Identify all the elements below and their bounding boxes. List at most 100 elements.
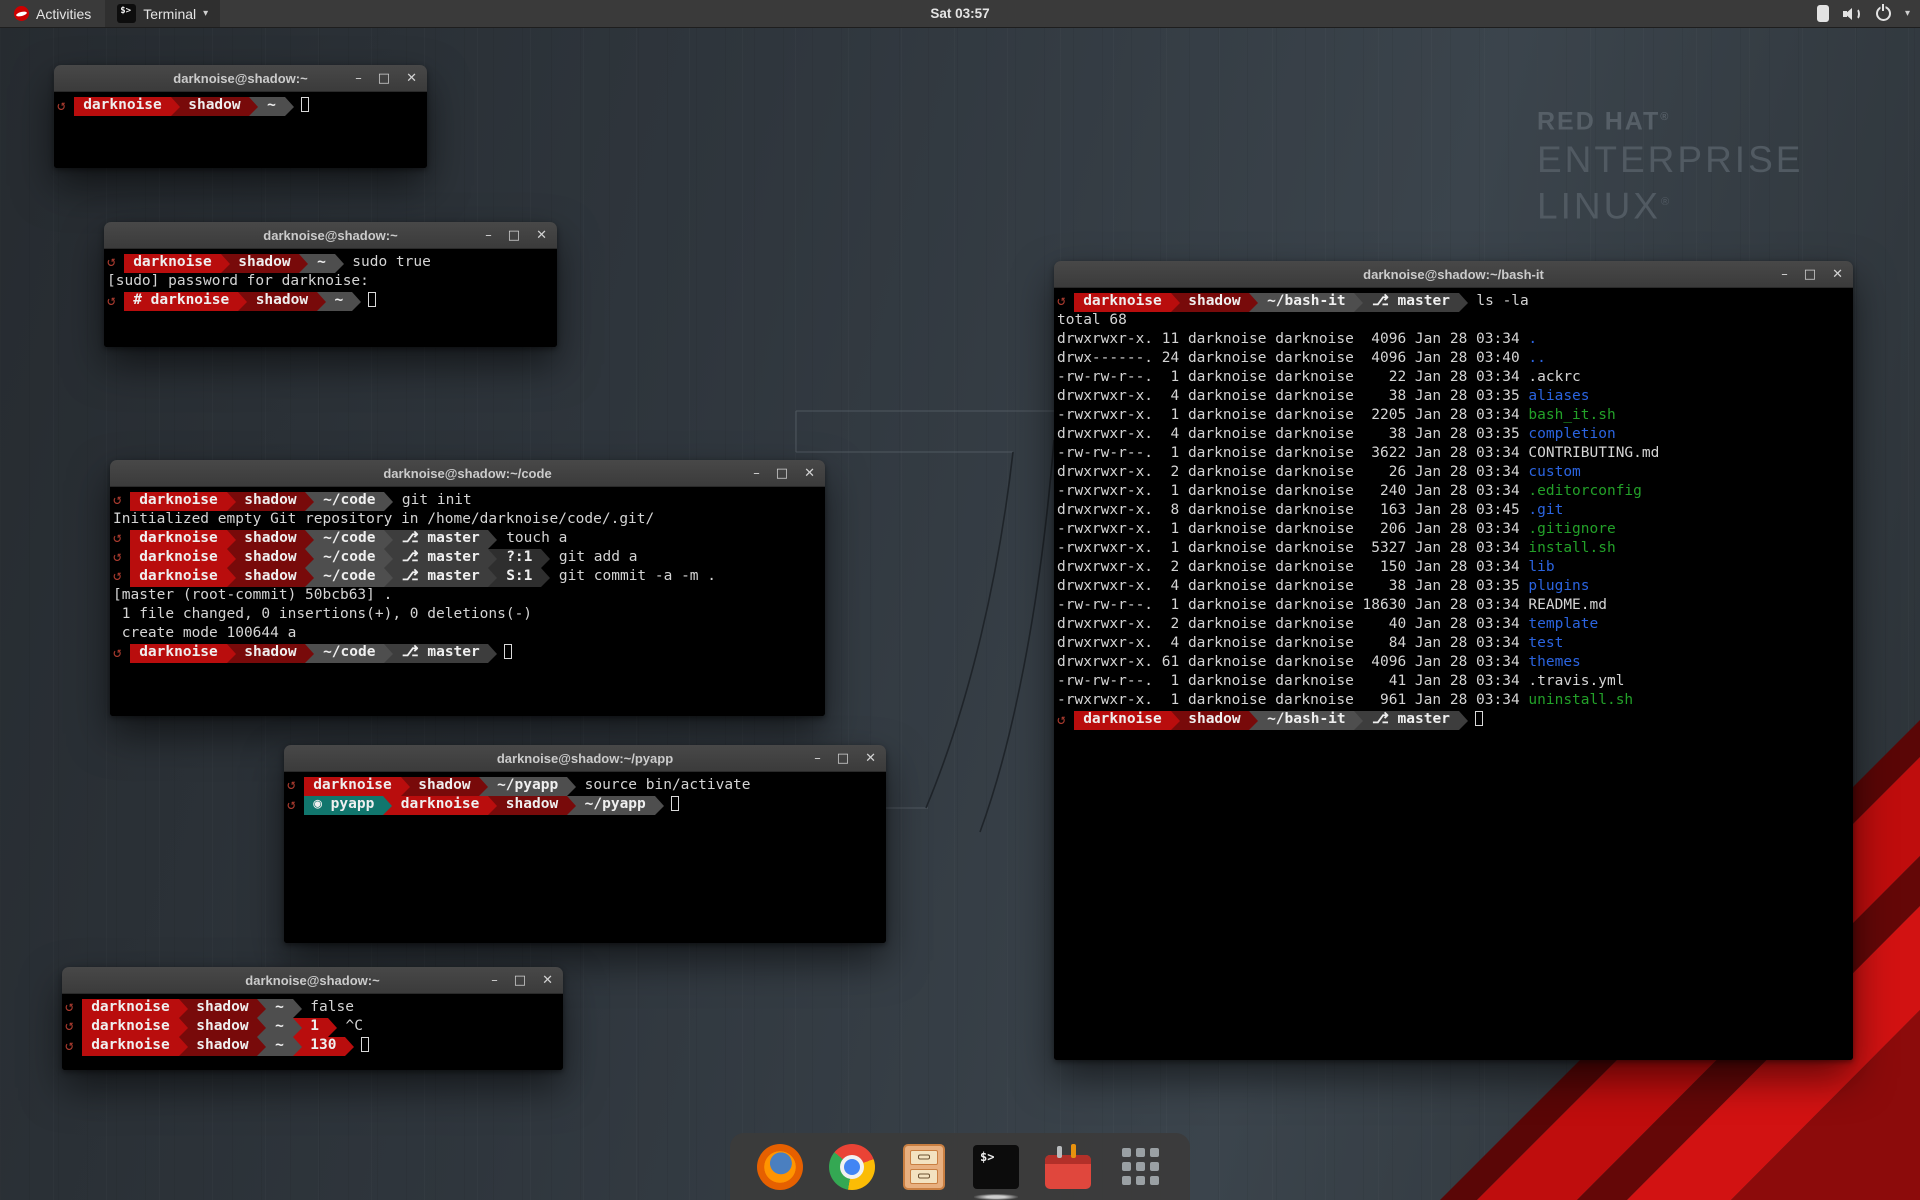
drawer-top: [910, 1150, 938, 1165]
wallpaper-curves: [926, 440, 1054, 832]
titlebar[interactable]: darknoise@shadow:~/bash-it – □ ✕: [1054, 261, 1853, 288]
path-segment: ~: [326, 292, 352, 311]
brand-line3: LINUX®: [1537, 181, 1803, 227]
close-button[interactable]: ✕: [542, 973, 553, 988]
activities-button[interactable]: Activities: [0, 0, 105, 27]
powerline-separator: [488, 796, 497, 815]
running-indicator: [974, 1194, 1018, 1200]
terminal-content[interactable]: ↺ darknoise shadow ~/bash-it ⎇ master ls…: [1054, 288, 1853, 1060]
powerline-separator: [249, 97, 258, 116]
path-segment: ~/code: [314, 549, 384, 568]
dir-name: test: [1528, 635, 1563, 651]
powerline-separator: [384, 644, 393, 663]
powerline-separator: [179, 1037, 188, 1056]
close-button[interactable]: ✕: [804, 466, 815, 481]
prompt-icon: ↺: [65, 1038, 82, 1054]
powerline-separator: [305, 568, 314, 587]
user-segment: darknoise: [1074, 711, 1170, 730]
toolbox-icon: [1045, 1155, 1091, 1189]
terminal-window-home-2[interactable]: darknoise@shadow:~ – □ ✕ ↺ darknoise sha…: [62, 967, 563, 1070]
maximize-button[interactable]: □: [378, 71, 390, 86]
terminal-window-code[interactable]: darknoise@shadow:~/code – □ ✕ ↺ darknois…: [110, 460, 825, 716]
terminal-window-sudo[interactable]: darknoise@shadow:~ – □ ✕ ↺ darknoise sha…: [104, 222, 557, 347]
maximize-button[interactable]: □: [776, 466, 788, 481]
maximize-button[interactable]: □: [837, 751, 849, 766]
maximize-button[interactable]: □: [1804, 267, 1816, 282]
terminal-cursor: [504, 644, 512, 659]
dock-item-terminal[interactable]: $>: [972, 1143, 1020, 1191]
terminal-content[interactable]: ↺ darknoise shadow ~ sudo true[sudo] pas…: [104, 249, 557, 347]
powerline-separator: [345, 1037, 354, 1056]
titlebar[interactable]: darknoise@shadow:~/code – □ ✕: [110, 460, 825, 487]
powerline-separator: [655, 796, 664, 815]
system-status-area[interactable]: ▾: [1817, 0, 1910, 27]
terminal-window-home-1[interactable]: darknoise@shadow:~ – □ ✕ ↺ darknoise sha…: [54, 65, 427, 168]
file-name: README.md: [1528, 597, 1607, 613]
ls-row: -rwxrwxr-x. 1 darknoise darknoise 2205 J…: [1057, 407, 1528, 423]
terminal-content[interactable]: ↺ darknoise shadow ~/pyapp source bin/ac…: [284, 772, 886, 943]
path-segment: ~/code: [314, 530, 384, 549]
path-segment: ~/code: [314, 568, 384, 587]
dock-item-files[interactable]: [900, 1143, 948, 1191]
powerline-separator: [384, 492, 393, 511]
terminal-content[interactable]: ↺ darknoise shadow ~/code git initInitia…: [110, 487, 825, 716]
ls-row: -rwxrwxr-x. 1 darknoise darknoise 240 Ja…: [1057, 483, 1528, 499]
terminal-line: drwxrwxr-x. 8 darknoise darknoise 163 Ja…: [1057, 502, 1853, 521]
ls-row: drwxrwxr-x. 8 darknoise darknoise 163 Ja…: [1057, 502, 1528, 518]
titlebar[interactable]: darknoise@shadow:~ – □ ✕: [54, 65, 427, 92]
host-segment: shadow: [230, 254, 300, 273]
terminal-line: drwxrwxr-x. 2 darknoise darknoise 150 Ja…: [1057, 559, 1853, 578]
close-button[interactable]: ✕: [865, 751, 876, 766]
minimize-button[interactable]: –: [814, 751, 821, 766]
user-segment: darknoise: [1074, 293, 1170, 312]
app-menu-terminal[interactable]: $> Terminal ▾: [105, 0, 220, 27]
ls-row: drwxrwxr-x. 2 darknoise darknoise 40 Jan…: [1057, 616, 1528, 632]
ls-row: -rw-rw-r--. 1 darknoise darknoise 3622 J…: [1057, 445, 1528, 461]
titlebar[interactable]: darknoise@shadow:~/pyapp – □ ✕: [284, 745, 886, 772]
close-button[interactable]: ✕: [1832, 267, 1843, 282]
registered-mark: ®: [1660, 111, 1670, 123]
window-title: darknoise@shadow:~: [263, 228, 397, 243]
files-icon: [903, 1144, 945, 1190]
path-segment: ~: [308, 254, 334, 273]
user-segment: darknoise: [130, 549, 226, 568]
titlebar[interactable]: darknoise@shadow:~ – □ ✕: [104, 222, 557, 249]
user-segment: darknoise: [82, 1018, 178, 1037]
powerline-separator: [1459, 293, 1468, 312]
dock-item-app-grid[interactable]: [1116, 1143, 1164, 1191]
minimize-button[interactable]: –: [491, 973, 498, 988]
maximize-button[interactable]: □: [508, 228, 520, 243]
exec-name: bash_it.sh: [1528, 407, 1615, 423]
screwdriver-icon: [1071, 1144, 1076, 1158]
dock-item-toolbox[interactable]: [1044, 1143, 1092, 1191]
terminal-window-pyapp[interactable]: darknoise@shadow:~/pyapp – □ ✕ ↺ darknoi…: [284, 745, 886, 943]
exec-name: install.sh: [1528, 540, 1615, 556]
powerline-separator: [1249, 711, 1258, 730]
dock-item-firefox[interactable]: [756, 1143, 804, 1191]
titlebar[interactable]: darknoise@shadow:~ – □ ✕: [62, 967, 563, 994]
terminal-cursor: [368, 292, 376, 307]
chevron-down-icon: ▾: [203, 8, 208, 19]
dir-name: lib: [1528, 559, 1554, 575]
clock[interactable]: Sat 03:57: [930, 6, 989, 21]
dock-item-chrome[interactable]: [828, 1143, 876, 1191]
user-segment: darknoise: [130, 492, 226, 511]
minimize-button[interactable]: –: [355, 71, 362, 86]
powerline-separator: [1171, 293, 1180, 312]
close-button[interactable]: ✕: [406, 71, 417, 86]
terminal-window-bash-it[interactable]: darknoise@shadow:~/bash-it – □ ✕ ↺ darkn…: [1054, 261, 1853, 1060]
maximize-button[interactable]: □: [514, 973, 526, 988]
firefox-icon: [757, 1144, 803, 1190]
host-segment: shadow: [188, 999, 258, 1018]
minimize-button[interactable]: –: [485, 228, 492, 243]
exec-name: uninstall.sh: [1528, 692, 1633, 708]
terminal-content[interactable]: ↺ darknoise shadow ~ false↺ darknoise sh…: [62, 994, 563, 1070]
minimize-button[interactable]: –: [1781, 267, 1788, 282]
close-button[interactable]: ✕: [536, 228, 547, 243]
path-segment: ~/bash-it: [1258, 711, 1354, 730]
minimize-button[interactable]: –: [753, 466, 760, 481]
terminal-content[interactable]: ↺ darknoise shadow ~: [54, 92, 427, 168]
terminal-line: -rwxrwxr-x. 1 darknoise darknoise 2205 J…: [1057, 407, 1853, 426]
host-segment: shadow: [247, 292, 317, 311]
host-segment: shadow: [497, 796, 567, 815]
